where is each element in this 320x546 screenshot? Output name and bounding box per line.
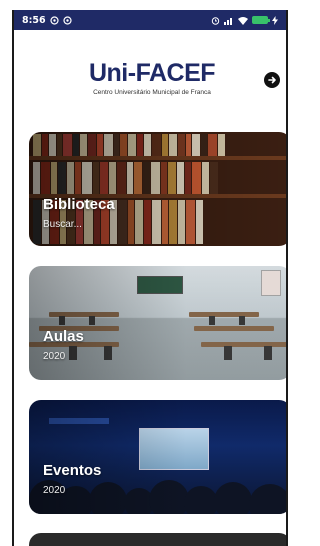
card-next-partial[interactable] — [29, 533, 286, 546]
card-title: Aulas — [43, 328, 84, 345]
signal-icon — [224, 16, 234, 25]
header: Uni-FACEF Centro Universitário Municipal… — [14, 60, 286, 110]
event-image — [29, 400, 286, 514]
wifi-icon — [238, 16, 248, 25]
classroom-image — [29, 266, 286, 380]
card-title: Eventos — [43, 462, 102, 479]
card-eventos[interactable]: Eventos 2020 — [29, 400, 286, 514]
app-frame: 8:56 Uni-FACEF Centro Universitário Muni… — [12, 10, 288, 546]
arrow-right-circle-icon[interactable] — [264, 72, 280, 88]
logo-title: Uni-FACEF — [88, 59, 216, 87]
card-title: Biblioteca — [43, 196, 115, 213]
alarm-icon — [211, 16, 220, 25]
card-subtitle: Buscar... — [43, 219, 82, 230]
card-aulas[interactable]: Aulas 2020 — [29, 266, 286, 380]
logo-subtitle: Centro Universitário Municipal de Franca — [93, 89, 211, 96]
battery-icon — [252, 16, 270, 24]
status-bar: 8:56 — [14, 10, 286, 30]
card-biblioteca[interactable]: Biblioteca Buscar... — [29, 132, 286, 246]
card-subtitle: 2020 — [43, 351, 66, 362]
notification-icon — [50, 15, 59, 25]
notification-icon — [63, 15, 72, 25]
logo: Uni-FACEF Centro Universitário Municipal… — [72, 59, 232, 97]
charging-icon — [272, 15, 278, 25]
status-time: 8:56 — [22, 14, 46, 26]
card-subtitle: 2020 — [43, 485, 66, 496]
